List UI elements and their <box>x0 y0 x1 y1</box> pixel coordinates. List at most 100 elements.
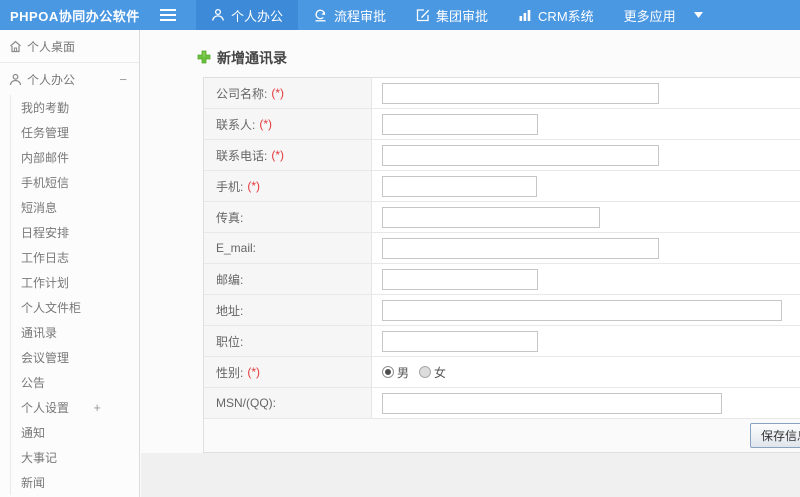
field-input-cell <box>372 140 800 170</box>
sidebar-item-手机短信[interactable]: 手机短信 <box>0 170 139 195</box>
form-row: 职位: <box>204 326 800 357</box>
person-icon <box>211 8 225 22</box>
input-地址[interactable] <box>382 299 782 321</box>
caret-down-icon <box>693 12 703 18</box>
sidebar-item-个人文件柜[interactable]: 个人文件柜 <box>0 295 139 320</box>
field-input-cell <box>372 264 800 294</box>
gender-radio-group: 男女 <box>382 364 446 381</box>
form-row: 性别: (*) 男女 <box>204 357 800 388</box>
input-职位[interactable] <box>382 330 538 352</box>
field-label-cell: 公司名称: (*) <box>204 78 372 108</box>
sidebar-item-label: 内部邮件 <box>21 151 70 165</box>
input-手机[interactable] <box>382 175 537 197</box>
field-label: 地址: <box>216 303 244 318</box>
edit-icon <box>416 8 430 22</box>
sidebar-item-label: 短消息 <box>21 201 58 215</box>
menu-icon[interactable] <box>140 0 196 30</box>
field-label: 传真: <box>216 210 244 225</box>
sidebar-item-label: 大事记 <box>21 451 58 465</box>
header-nav: 个人办公 流程审批 集团审批 CRM系统 更多应用 <box>196 0 718 30</box>
form-row: 联系人: (*) <box>204 109 800 140</box>
field-label-cell: MSN/(QQ): <box>204 388 372 418</box>
field-label-cell: 联系人: (*) <box>204 109 372 139</box>
input-MSN/(QQ)[interactable] <box>382 392 722 414</box>
nav-item-集团审批[interactable]: 集团审批 <box>401 0 503 30</box>
sidebar-item-工作日志[interactable]: 工作日志 <box>0 245 139 270</box>
expand-icon[interactable]: + <box>93 400 101 415</box>
sidebar-item-内部邮件[interactable]: 内部邮件 <box>0 145 139 170</box>
input-传真[interactable] <box>382 206 600 228</box>
form-row: 公司名称: (*) <box>204 78 800 109</box>
field-label-cell: 联系电话: (*) <box>204 140 372 170</box>
sidebar-item-label: 个人文件柜 <box>21 301 82 315</box>
sidebar-item-通知[interactable]: 通知 <box>0 420 139 445</box>
top-header: PHPOA协同办公软件 个人办公 流程审批 集团审批 CRM系统 更多应用 <box>0 0 800 30</box>
sidebar-group-personal-office[interactable]: 个人办公 − <box>0 63 139 95</box>
sidebar-item-短消息[interactable]: 短消息 <box>0 195 139 220</box>
sidebar-item-日程安排[interactable]: 日程安排 <box>0 220 139 245</box>
sidebar-submenu: 我的考勤 任务管理 内部邮件 手机短信 短消息 日程安排 工作日志 工作计划 个… <box>0 95 139 495</box>
sidebar-item-工作计划[interactable]: 工作计划 <box>0 270 139 295</box>
sidebar-item-我的考勤[interactable]: 我的考勤 <box>0 95 139 120</box>
required-mark: (*) <box>271 148 285 162</box>
nav-item-更多应用[interactable]: 更多应用 <box>609 0 718 30</box>
sidebar-item-settings[interactable]: 个人设置 + <box>0 395 139 420</box>
nav-label: 集团审批 <box>436 8 489 24</box>
sidebar-item-label: 日程安排 <box>21 226 70 240</box>
input-联系人[interactable] <box>382 113 538 135</box>
field-label-cell: 职位: <box>204 326 372 356</box>
radio-icon[interactable] <box>382 366 394 378</box>
radio-option-女[interactable]: 女 <box>419 364 446 381</box>
required-mark: (*) <box>271 86 285 100</box>
nav-label: 流程审批 <box>334 8 387 24</box>
nav-item-CRM系统[interactable]: CRM系统 <box>503 0 609 30</box>
field-input-cell <box>372 388 800 418</box>
nav-item-个人办公[interactable]: 个人办公 <box>196 0 299 30</box>
input-联系电话[interactable] <box>382 144 659 166</box>
sidebar-item-任务管理[interactable]: 任务管理 <box>0 120 139 145</box>
form-row: 传真: <box>204 202 800 233</box>
field-label: 手机: <box>216 179 244 194</box>
radio-label: 男 <box>397 365 410 380</box>
sidebar: 个人桌面 个人办公 − 我的考勤 任务管理 内部邮件 手机短信 短消息 日程安排… <box>0 30 140 497</box>
form-row: 手机: (*) <box>204 171 800 202</box>
nav-label: 更多应用 <box>623 8 676 24</box>
radio-option-男[interactable]: 男 <box>382 364 409 381</box>
field-label: E_mail: <box>216 241 257 255</box>
contact-form: 公司名称: (*) 联系人: (*) 联系电话: (*) 手机: (*) 传真:… <box>203 77 800 453</box>
sidebar-item-label: 任务管理 <box>21 126 70 140</box>
form-row: 邮编: <box>204 264 800 295</box>
app-title: PHPOA协同办公软件 <box>10 8 140 24</box>
required-mark: (*) <box>259 117 273 131</box>
collapse-icon[interactable]: − <box>119 72 127 87</box>
sidebar-item-label: 我的考勤 <box>21 101 70 115</box>
sidebar-item-label: 工作计划 <box>21 276 70 290</box>
plus-icon <box>197 50 211 67</box>
field-label: MSN/(QQ): <box>216 396 276 410</box>
input-E_mail[interactable] <box>382 237 659 259</box>
sidebar-item-desktop[interactable]: 个人桌面 <box>0 30 139 63</box>
field-label: 职位: <box>216 334 244 349</box>
radio-label: 女 <box>434 365 447 380</box>
save-button[interactable]: 保存信息 <box>749 423 800 448</box>
main-content: 新增通讯录 公司名称: (*) 联系人: (*) 联系电话: (*) 手机: (… <box>141 30 800 497</box>
field-label-cell: 邮编: <box>204 264 372 294</box>
field-label: 联系电话: <box>216 148 268 163</box>
sidebar-item-大事记[interactable]: 大事记 <box>0 445 139 470</box>
radio-icon[interactable] <box>419 366 432 378</box>
field-label-cell: 性别: (*) <box>204 357 372 387</box>
field-input-cell <box>372 295 800 325</box>
sidebar-item-新闻[interactable]: 新闻 <box>0 470 139 495</box>
nav-item-流程审批[interactable]: 流程审批 <box>298 0 401 30</box>
input-公司名称[interactable] <box>382 82 659 104</box>
field-label: 性别: <box>216 365 244 380</box>
sidebar-item-label: 通知 <box>21 426 46 440</box>
sidebar-item-通讯录[interactable]: 通讯录 <box>0 320 139 345</box>
chart-icon <box>518 8 532 22</box>
sidebar-item-会议管理[interactable]: 会议管理 <box>0 345 139 370</box>
page-title-text: 新增通讯录 <box>217 50 287 66</box>
input-邮编[interactable] <box>382 268 538 290</box>
field-label-cell: 传真: <box>204 202 372 232</box>
sidebar-item-公告[interactable]: 公告 <box>0 370 139 395</box>
form-row: MSN/(QQ): <box>204 388 800 419</box>
